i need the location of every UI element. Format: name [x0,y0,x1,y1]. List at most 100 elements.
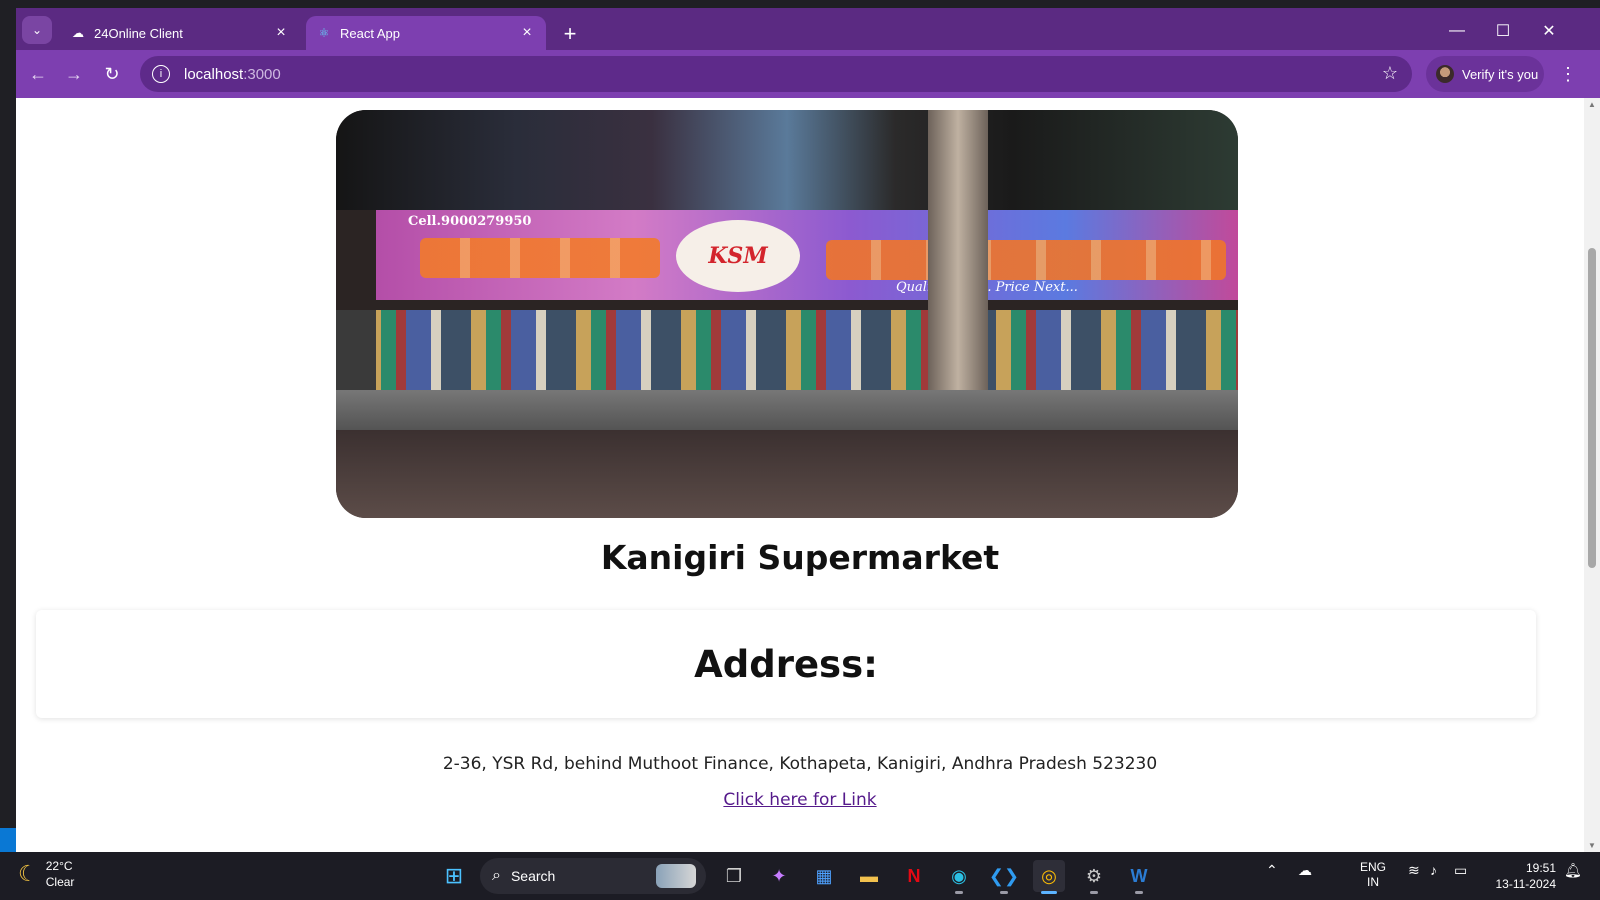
running-indicator [955,891,963,894]
windows-icon: ⊞ [444,863,464,888]
browser-toolbar: ← → ↻ i localhost:3000 ☆ Verify it's you… [16,50,1600,98]
photo-ksm-logo: KSM [676,220,800,292]
reload-button[interactable]: ↻ [98,60,126,88]
onedrive-button[interactable]: ☁ [1298,862,1312,879]
url-text[interactable]: localhost:3000 [184,66,281,83]
wifi-icon: ≋ [1408,862,1420,878]
tab-24online-client[interactable]: ☁ 24Online Client × [60,16,300,50]
photo-road [336,430,1238,518]
cloud-icon: ☁ [72,26,84,40]
scroll-up-icon[interactable]: ▲ [1588,100,1596,109]
active-indicator [1041,891,1057,894]
forward-button[interactable]: → [60,60,88,88]
address-card: Address: [36,610,1536,718]
settings-button[interactable]: ⚙ [1078,860,1110,894]
moon-icon: ☾ [18,861,38,886]
browser-window: ⌄ ☁ 24Online Client × ⚛ React App × + — … [16,8,1600,852]
taskbar-search[interactable]: ⌕ Search [480,858,706,894]
battery-icon: ▭ [1454,862,1468,878]
tab-react-app[interactable]: ⚛ React App × [306,16,546,50]
photo-shutter [336,310,376,390]
arrow-right-icon: → [65,63,83,84]
wifi-button[interactable]: ≋ [1408,862,1420,879]
search-label: Search [510,868,556,884]
site-info-icon[interactable]: i [152,65,170,83]
taskbar: ☾ 22°C Clear ⊞ ⌕ Search ❐ ✦ ▦ ▬ N ◉ ❮❯ ◎… [0,852,1600,900]
background-window-edge [0,0,1600,8]
chevron-up-icon: ⌃ [1266,862,1278,878]
profile-button[interactable]: Verify it's you [1426,56,1544,92]
avatar [1436,65,1454,83]
volume-button[interactable]: ♪ [1430,862,1437,878]
clock[interactable]: 19:51 13-11-2024 [1480,860,1557,892]
search-highlight-image [656,864,696,888]
map-link-container: Click here for Link [16,790,1584,810]
close-icon: ✕ [1542,23,1556,40]
bookmark-star-icon[interactable]: ☆ [1382,63,1398,84]
netflix-button[interactable]: N [898,860,930,892]
chevron-down-icon: ⌄ [31,23,43,37]
address-bar[interactable]: i localhost:3000 ☆ [140,56,1412,92]
scroll-down-icon[interactable]: ▼ [1588,841,1596,850]
word-button[interactable]: W [1123,860,1155,894]
reload-icon: ↻ [104,63,120,84]
cloud-offline-icon: ☁ [1298,862,1312,878]
bell-icon: 🔔︎ [1564,862,1582,878]
address-text: 2-36, YSR Rd, behind Muthoot Finance, Ko… [442,754,1158,774]
language-indicator[interactable]: ENG IN [1360,860,1386,890]
close-window-button[interactable]: ✕ [1526,16,1572,46]
page-title: Kanigiri Supermarket [600,538,1000,577]
photo-curb [336,390,1238,430]
maximize-icon: ☐ [1495,23,1511,40]
edge-icon: ◉ [951,865,967,886]
photo-sign-lettering-left [420,238,660,278]
store-app-button[interactable]: ▦ [808,860,840,892]
battery-button[interactable]: ▭ [1454,862,1467,879]
maximize-button[interactable]: ☐ [1480,16,1526,46]
photo-phone-text: Cell.9000279950 [408,214,532,229]
close-icon[interactable]: × [272,24,290,42]
background-window-accent [0,828,16,852]
background-window-strip [0,0,16,852]
weather-widget[interactable]: ☾ 22°C Clear [18,858,74,890]
netflix-icon: N [907,865,921,886]
task-view-button[interactable]: ❐ [718,860,750,892]
url-port: :3000 [243,65,281,83]
start-button[interactable]: ⊞ [438,860,470,892]
close-icon[interactable]: × [518,24,536,42]
browser-menu-button[interactable]: ⋮ [1556,60,1580,88]
scrollbar-thumb[interactable] [1588,248,1596,568]
more-vertical-icon: ⋮ [1559,63,1577,84]
word-icon: W [1130,865,1148,886]
clock-time: 19:51 [1525,861,1556,875]
address-heading: Address: [694,642,878,686]
photo-pole [928,110,988,400]
react-icon: ⚛ [318,26,330,40]
copilot-icon: ✦ [771,865,787,886]
page-scrollbar[interactable]: ▲ ▼ [1584,98,1600,852]
chrome-button[interactable]: ◎ [1033,860,1065,894]
show-hidden-icons-button[interactable]: ⌃ [1266,862,1278,879]
speaker-icon: ♪ [1430,862,1437,878]
vscode-button[interactable]: ❮❯ [988,860,1020,894]
weather-temp: 22°C [45,859,73,873]
minimize-icon: — [1449,22,1465,39]
notifications-button[interactable]: 🔔︎ [1564,862,1582,879]
edge-button[interactable]: ◉ [943,860,975,894]
language-region: IN [1367,875,1379,889]
clock-date: 13-11-2024 [1495,877,1557,891]
new-tab-button[interactable]: + [556,20,584,48]
file-explorer-button[interactable]: ▬ [853,860,885,892]
tab-title: 24Online Client [94,25,183,41]
gear-icon: ⚙ [1085,865,1103,886]
minimize-button[interactable]: — [1434,16,1480,46]
copilot-button[interactable]: ✦ [763,860,795,892]
profile-label: Verify it's you [1462,66,1539,82]
map-link[interactable]: Click here for Link [723,790,876,810]
page-viewport: Cell.9000279950 KSM Quality First... Pri… [16,98,1584,852]
tab-search-button[interactable]: ⌄ [22,16,52,44]
tab-title: React App [340,25,400,41]
back-button[interactable]: ← [24,60,52,88]
weather-condition: Clear [45,875,75,889]
vscode-icon: ❮❯ [988,865,1020,886]
